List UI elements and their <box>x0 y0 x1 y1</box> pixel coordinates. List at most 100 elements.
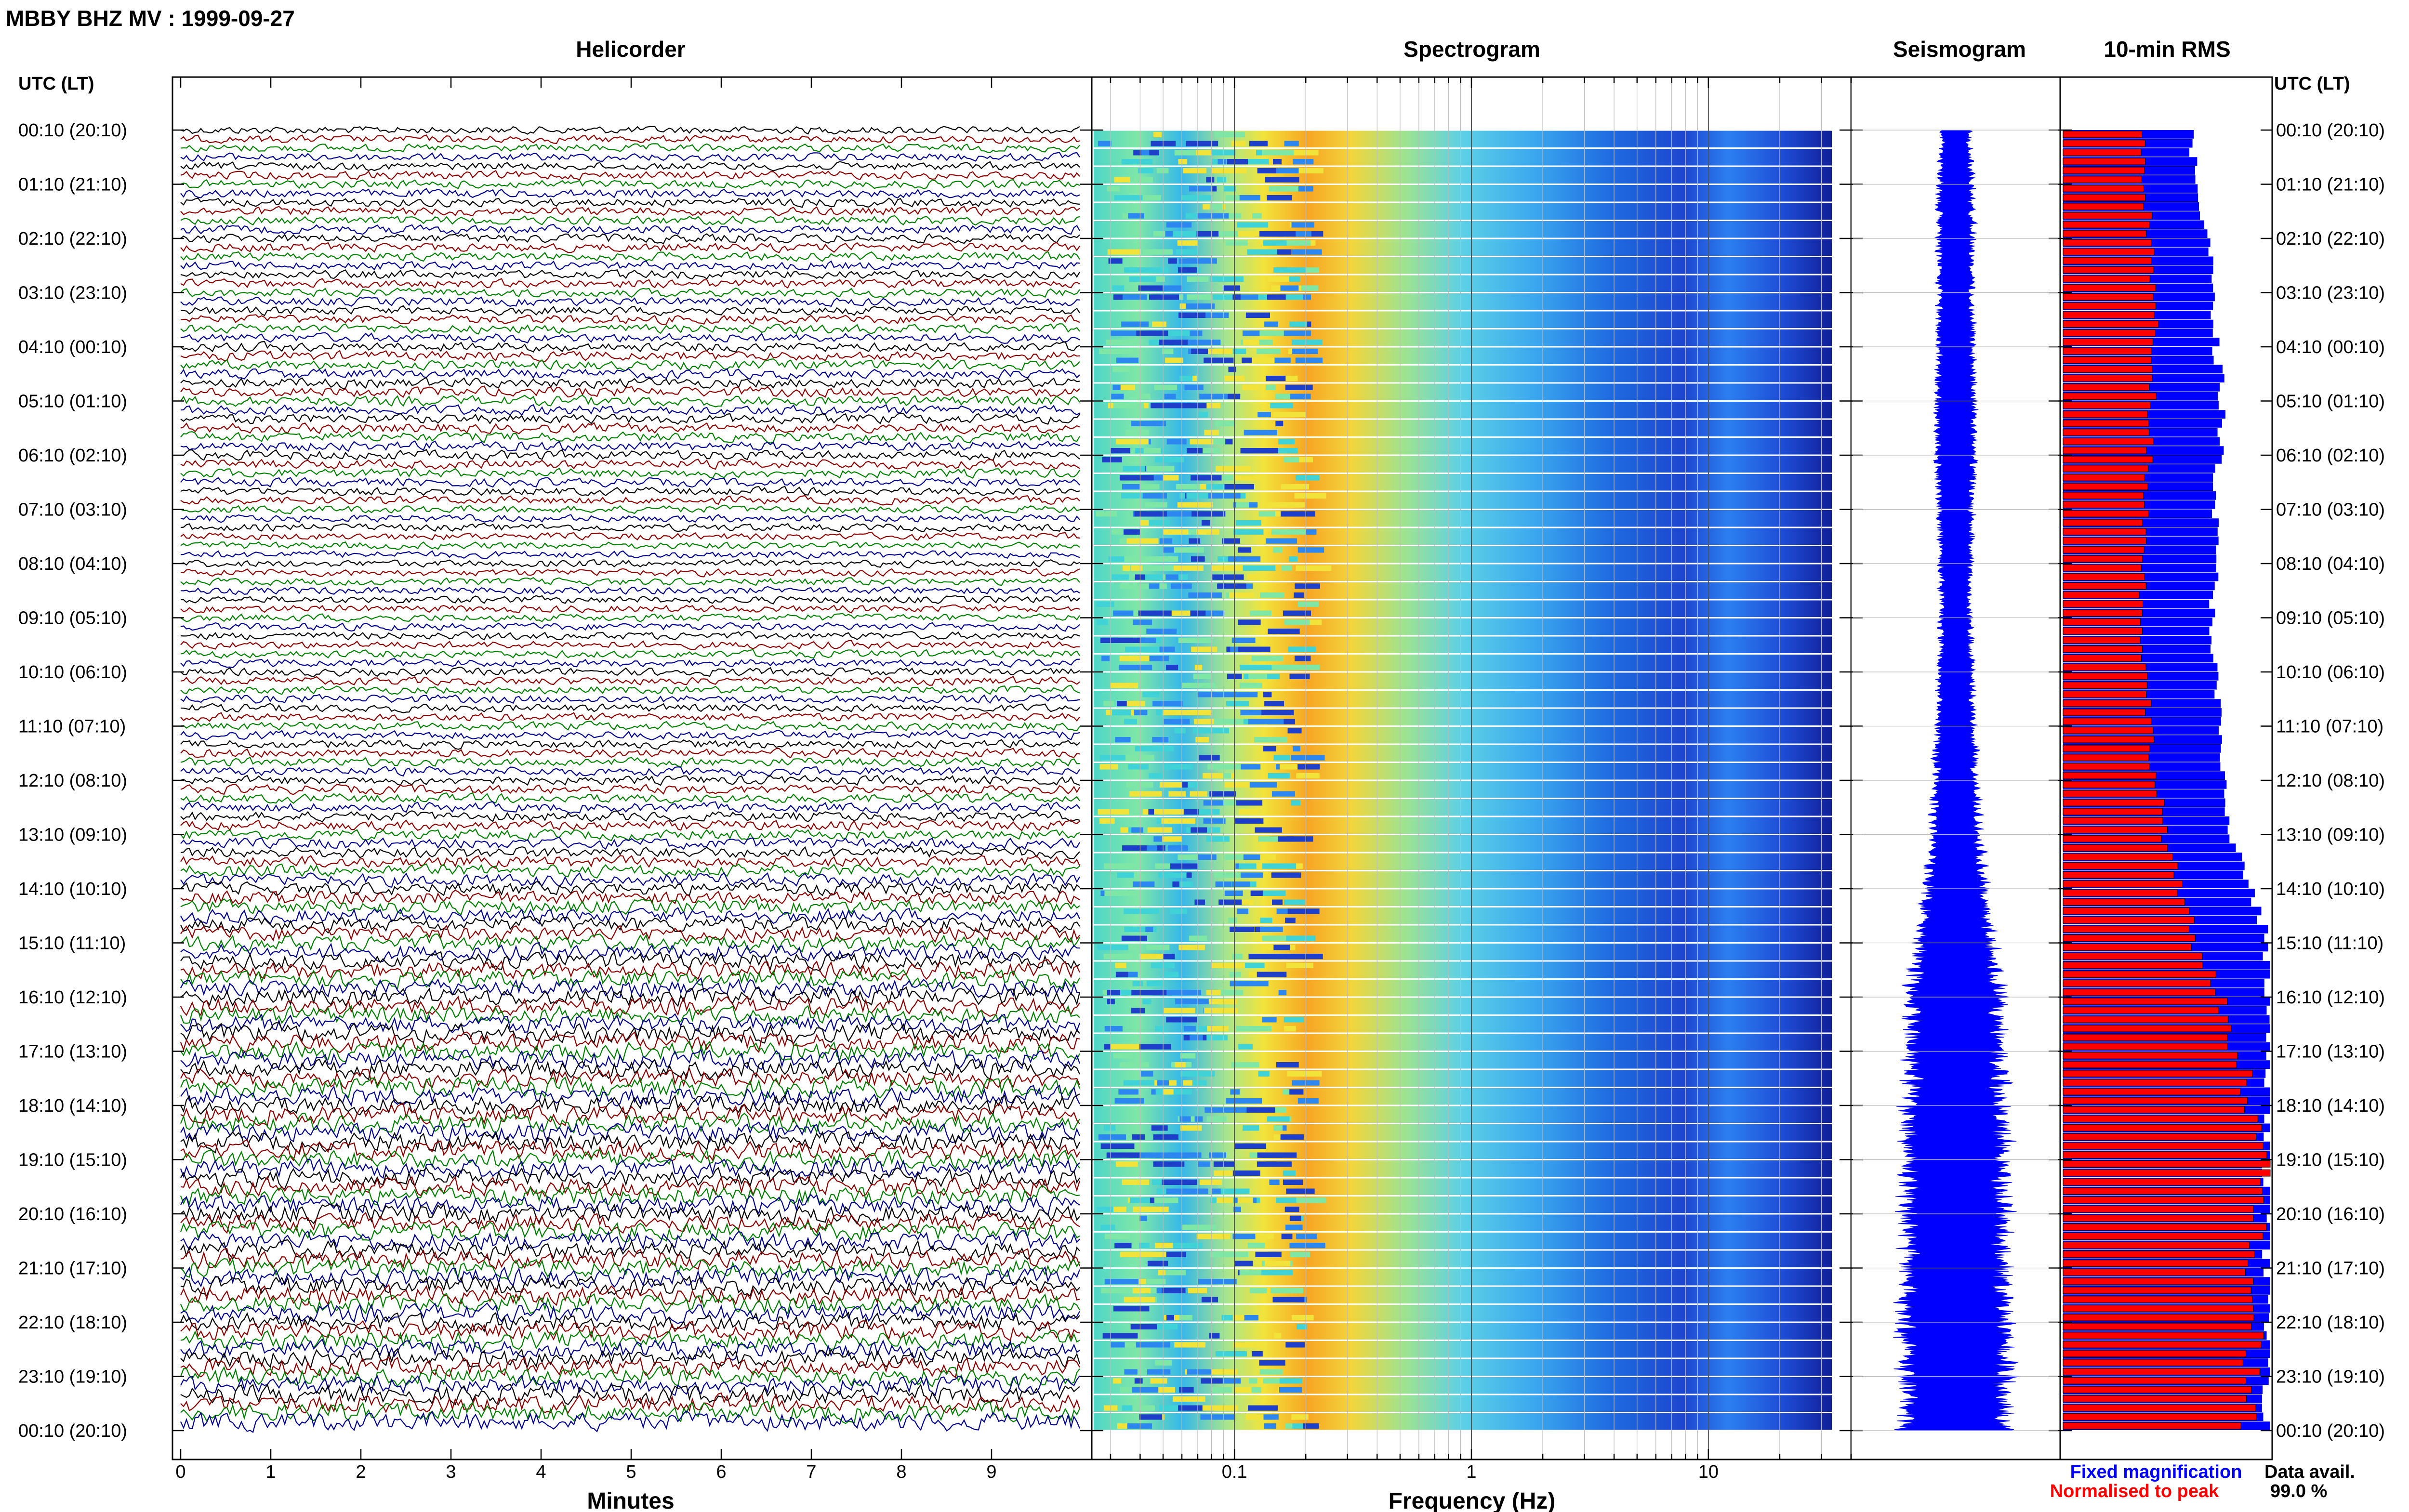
time-tick-label-left: 12:10 (08:10) <box>18 771 127 791</box>
rms-bar-normalised <box>2063 366 2153 373</box>
helicorder-trace <box>180 404 1080 416</box>
rms-bar-normalised <box>2063 934 2196 942</box>
spectrogram-cell <box>1149 448 1161 454</box>
spectrogram-cell <box>1116 439 1149 445</box>
spectrogram-cell <box>1254 656 1283 661</box>
spectrogram-cell <box>1252 213 1262 219</box>
helicorder-trace <box>180 241 1080 253</box>
rms-bar-normalised <box>2063 844 2168 852</box>
spectrogram-cell <box>1296 1197 1326 1203</box>
spectrogram-cell <box>1279 764 1298 770</box>
spectrogram-cell <box>1197 213 1229 219</box>
helicorder-trace <box>180 431 1080 444</box>
spectrogram-cell <box>1276 168 1299 173</box>
rms-bar-normalised <box>2063 131 2143 138</box>
helicorder-trace <box>180 323 1080 335</box>
helicorder-trace <box>180 748 1080 759</box>
helicorder-x-tick-label: 8 <box>896 1462 906 1482</box>
spectrogram-cell <box>1178 945 1205 950</box>
helicorder-trace <box>180 350 1080 362</box>
spectrogram-cell <box>1126 782 1153 788</box>
spectrogram-cell <box>1164 764 1193 770</box>
spectrogram-cell <box>1220 1188 1250 1194</box>
helicorder-trace <box>180 269 1080 280</box>
spectrogram-cell <box>1203 818 1226 824</box>
rms-bar-normalised <box>2063 402 2151 409</box>
spectrogram-cell <box>1102 1333 1138 1339</box>
rms-bar-normalised <box>2063 338 2153 346</box>
spectrogram-cell <box>1141 150 1150 156</box>
rms-bar-normalised <box>2063 1097 2248 1104</box>
spectrogram-cell <box>1263 746 1276 751</box>
rms-bar-normalised <box>2063 853 2173 861</box>
spectrogram-cell <box>1196 231 1220 237</box>
spectrogram-cell <box>1187 294 1212 300</box>
spectrogram-cell <box>1123 466 1146 472</box>
spectrogram-cell <box>1243 565 1276 571</box>
helicorder-trace <box>180 819 1080 831</box>
spectrogram-cell <box>1294 493 1326 499</box>
spectrogram-cell <box>1175 1062 1186 1068</box>
spectrogram-cell <box>1231 637 1256 643</box>
rms-bar-normalised <box>2063 1296 2253 1303</box>
spectrogram-cell <box>1282 565 1292 571</box>
spectrogram-cell <box>1172 403 1207 408</box>
spectrogram-cell <box>1222 538 1241 544</box>
spectrogram-cell <box>1202 1405 1238 1411</box>
helicorder-trace <box>180 559 1080 569</box>
rms-bar-normalised <box>2063 347 2152 355</box>
spectrogram-cell <box>1226 701 1249 707</box>
helicorder-trace <box>180 305 1080 316</box>
spectrogram-cell <box>1179 376 1193 381</box>
spectrogram-cell <box>1212 150 1226 156</box>
rms-bar-normalised <box>2063 1079 2247 1086</box>
spectrogram-cell <box>1121 935 1147 941</box>
helicorder-trace <box>180 197 1080 208</box>
helicorder-trace <box>180 1175 1081 1198</box>
spectrogram-cell <box>1191 511 1226 517</box>
spectrogram-cell <box>1129 791 1162 797</box>
spectrogram-cell <box>1154 384 1177 390</box>
helicorder-trace <box>180 368 1080 380</box>
rms-bar-normalised <box>2063 1223 2267 1231</box>
spectrogram-cell <box>1289 321 1308 327</box>
spectrogram-cell <box>1269 1179 1280 1185</box>
helicorder-trace <box>180 233 1080 245</box>
spectrogram-cell <box>1099 755 1126 761</box>
spectrogram-cell <box>1186 303 1215 309</box>
rms-bar-normalised <box>2063 1332 2264 1339</box>
spectrogram-cell <box>1291 340 1323 345</box>
rms-bar-normalised <box>2063 709 2146 716</box>
spectrogram-cell <box>1293 746 1300 751</box>
spectrogram-cell <box>1255 827 1282 833</box>
spectrogram-cell <box>1182 1224 1217 1230</box>
helicorder-title: Helicorder <box>576 37 686 62</box>
spectrogram-cell <box>1285 1342 1305 1348</box>
spectrogram-cell <box>1153 131 1162 137</box>
spectrogram-cell <box>1143 565 1174 571</box>
helicorder-trace <box>180 604 1080 614</box>
spectrogram-cell <box>1159 340 1174 345</box>
spectrogram-cell <box>1240 1170 1260 1176</box>
spectrogram-cell <box>1164 394 1176 399</box>
spectrogram-cell <box>1231 1062 1259 1068</box>
spectrogram-cell <box>1132 1134 1145 1140</box>
rms-bar-normalised <box>2063 691 2147 698</box>
helicorder-x-tick-label: 7 <box>806 1462 816 1482</box>
spectrogram-cell <box>1174 728 1186 734</box>
spectrogram-cell <box>1217 583 1226 589</box>
helicorder-trace <box>180 341 1080 353</box>
spectrogram-cell <box>1271 529 1306 535</box>
rms-bar-normalised <box>2063 1106 2245 1114</box>
spectrogram-cell <box>1146 629 1177 634</box>
rms-bar-normalised <box>2063 835 2162 842</box>
rms-bar-normalised <box>2063 1250 2255 1258</box>
helicorder-trace <box>180 385 1080 398</box>
spectrogram-cell <box>1164 231 1173 237</box>
rms-bar-normalised <box>2063 672 2148 680</box>
helicorder-trace <box>180 260 1080 271</box>
time-labels-right: 00:10 (20:10) 01:10 (21:10) 02:10 (22:10) 0… <box>2276 120 2385 1441</box>
spectrogram-cell <box>1139 954 1161 960</box>
spectrogram-cell <box>1244 430 1277 435</box>
spectrogram-cell <box>1155 1026 1166 1032</box>
